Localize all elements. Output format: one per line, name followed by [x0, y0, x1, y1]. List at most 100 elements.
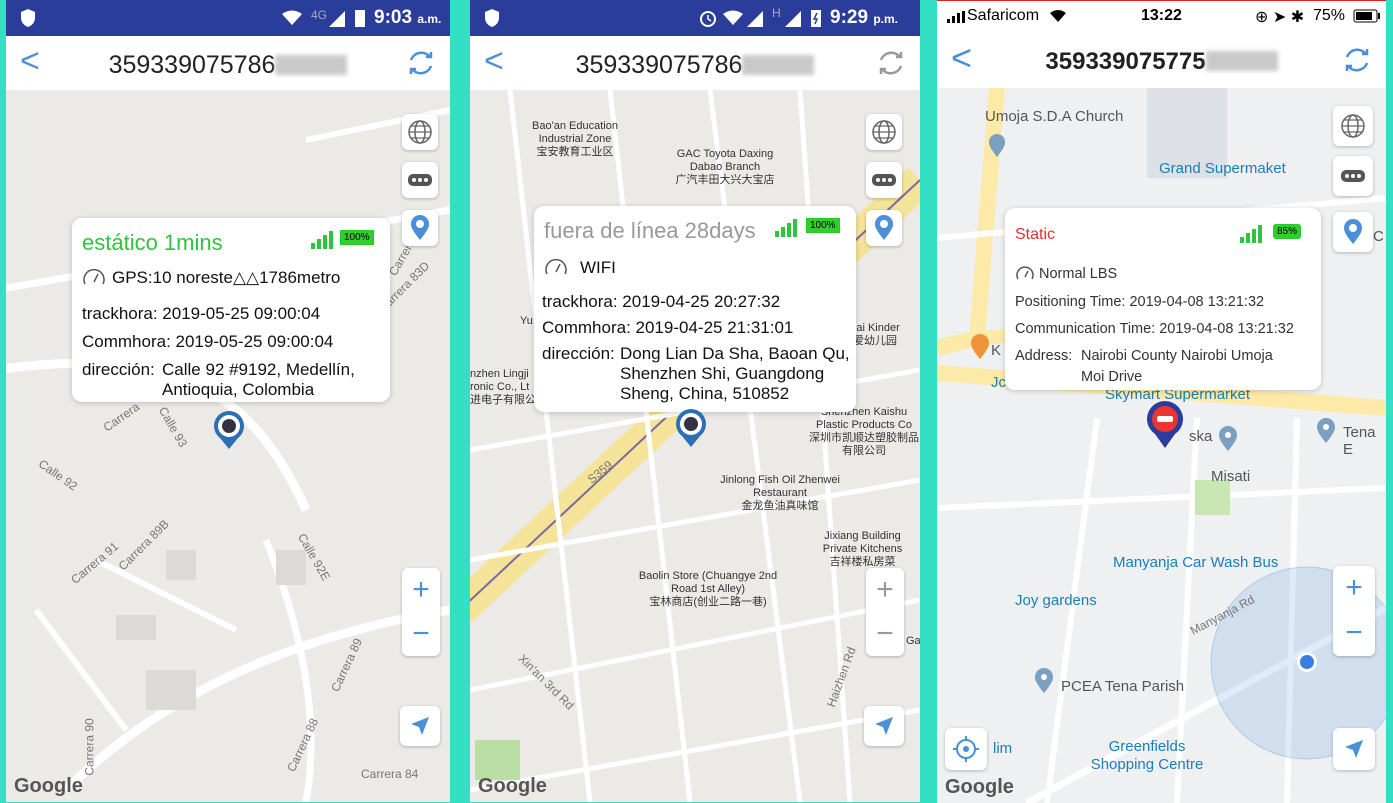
location-pin-button[interactable]	[402, 210, 438, 246]
signal-strength-icon	[1240, 225, 1262, 243]
map-type-button[interactable]	[1333, 106, 1373, 146]
my-location-button[interactable]	[1333, 728, 1375, 770]
my-location-button[interactable]	[864, 706, 904, 746]
more-button[interactable]	[1333, 156, 1373, 196]
more-button[interactable]	[402, 162, 438, 198]
current-location-dot	[1297, 652, 1317, 672]
status-icons: ⊕ ➤ ✱	[1255, 9, 1305, 26]
carrier: Safaricom	[967, 7, 1040, 24]
navigation-arrow-icon	[411, 717, 429, 735]
comm-time: Commhora: 2019-04-25 21:31:01	[542, 318, 794, 337]
address-line: Dong Lian Da Sha, Baoan Qu,	[620, 344, 850, 363]
zoom-control: + −	[1333, 566, 1375, 656]
device-imei-title: 359339075775	[937, 48, 1386, 76]
map-type-button[interactable]	[402, 114, 438, 150]
shield-icon	[485, 9, 499, 27]
place-pin-icon	[1035, 668, 1053, 693]
device-marker-icon[interactable]	[674, 408, 708, 448]
header: < 359339075786	[6, 36, 450, 90]
battery-level: 100%	[340, 230, 374, 245]
google-logo: Google	[14, 775, 83, 797]
poi-label: lim	[993, 740, 1013, 757]
location-pin-icon	[411, 215, 429, 240]
zoom-out-button[interactable]: −	[866, 612, 904, 656]
more-icon	[408, 174, 432, 186]
more-button[interactable]	[866, 162, 902, 198]
my-location-button[interactable]	[400, 706, 440, 746]
positioning-time: Positioning Time: 2019-04-08 13:21:32	[1015, 294, 1265, 310]
map-view[interactable]: Umoja S.D.A Church Grand Supermaket Skym…	[937, 88, 1386, 803]
location-pin-button[interactable]	[1333, 212, 1373, 252]
signal-icon	[747, 11, 763, 27]
device-info-popup: estático 1mins 100% GPS:10 noreste△△1786…	[72, 218, 390, 402]
alarm-icon	[700, 11, 716, 27]
poi-label: Grand Supermaket	[1159, 160, 1286, 177]
poi-label: GAC Toyota Daxing Dabao Branch 广汽丰田大兴大宝店	[675, 148, 775, 186]
header: < 359339075786	[470, 36, 920, 90]
map-view[interactable]: Carrera Calle 93 Calle 92 Carrera 91 Car…	[6, 90, 450, 802]
zoom-out-button[interactable]: −	[1333, 611, 1375, 655]
address-label: dirección:	[82, 360, 155, 379]
car-marker-icon[interactable]	[1145, 400, 1185, 450]
wifi-icon	[282, 10, 302, 25]
clock: 13:22	[1141, 7, 1182, 24]
speedometer-icon	[1016, 266, 1034, 280]
location-pin-button[interactable]	[866, 210, 902, 246]
track-time: trackhora: 2019-05-25 09:00:04	[82, 304, 321, 323]
poi-label: Manyanja Car Wash Bus	[1113, 554, 1279, 571]
zoom-in-button[interactable]: +	[402, 568, 440, 612]
address-line: Moi Drive	[1081, 369, 1143, 385]
network-type: H	[772, 6, 781, 20]
church-pin-icon	[989, 134, 1005, 157]
zoom-in-button[interactable]: +	[866, 568, 904, 612]
zoom-out-button[interactable]: −	[402, 612, 440, 656]
device-status: fuera de línea 28days	[544, 218, 756, 243]
google-logo: Google	[478, 775, 547, 797]
device-marker-icon[interactable]	[212, 410, 246, 450]
refresh-icon[interactable]	[1342, 45, 1372, 75]
globe-icon	[408, 120, 432, 144]
globe-icon	[872, 120, 896, 144]
clock: 9:03 a.m.	[374, 7, 442, 28]
more-icon	[1341, 170, 1365, 182]
poi-label: Shenzhen Kaishu Plastic Products Co 深圳市凯顺…	[809, 406, 919, 457]
clock: 9:29 p.m.	[830, 7, 898, 28]
phone-screen-3: Safaricom 13:22 ⊕ ➤ ✱ 75% < 359339075775…	[937, 0, 1386, 803]
refresh-icon[interactable]	[406, 48, 436, 78]
positioning-mode: Normal LBS	[1039, 266, 1118, 282]
poi-label: ska	[1189, 428, 1213, 445]
map-view[interactable]: Bao'an Education Industrial Zone 宝安教育工业区 …	[470, 90, 920, 802]
recenter-button[interactable]	[945, 728, 987, 770]
battery-charging-icon	[811, 10, 821, 27]
battery-level: 85%	[1273, 224, 1302, 239]
address-line: Antioquia, Colombia	[162, 380, 315, 399]
poi-label: Ga	[906, 635, 920, 647]
poi-label: Jinlong Fish Oil Zhenwei Restaurant 金龙鱼油真…	[720, 474, 840, 512]
comm-time: Commhora: 2019-05-25 09:00:04	[82, 332, 334, 351]
battery-percent: 75%	[1313, 7, 1346, 24]
address-line: Sheng, China, 510852	[620, 384, 790, 403]
map-type-button[interactable]	[866, 114, 902, 150]
refresh-icon[interactable]	[876, 48, 906, 78]
track-time: trackhora: 2019-04-25 20:27:32	[542, 292, 781, 311]
poi-label: PCEA Tena Parish	[1061, 678, 1185, 695]
speedometer-icon	[545, 258, 567, 275]
device-status: Static	[1015, 226, 1056, 243]
poi-label: Greenfields Shopping Centre	[1090, 738, 1204, 773]
status-bar: 4G 9:03 a.m.	[6, 0, 450, 36]
zoom-in-button[interactable]: +	[1333, 566, 1375, 610]
signal-icon	[329, 11, 345, 27]
more-icon	[872, 174, 896, 186]
poi-label: Tena E	[1343, 424, 1376, 458]
signal-strength-icon	[311, 231, 333, 249]
poi-label: Yu	[520, 315, 533, 327]
poi-label: C	[1373, 228, 1384, 245]
crosshair-icon	[953, 736, 979, 762]
device-info-popup: Static 85% Normal LBS Positioning Time: …	[1005, 208, 1321, 390]
poi-label: Misati	[1211, 468, 1251, 485]
phone-screen-1: 4G 9:03 a.m. < 359339075786 Carrera Call…	[6, 0, 450, 802]
address-line: Shenzhen Shi, Guangdong	[620, 364, 825, 383]
signal-bars-icon	[947, 11, 965, 23]
globe-icon	[1341, 114, 1365, 138]
poi-label: Jc	[991, 374, 1006, 391]
